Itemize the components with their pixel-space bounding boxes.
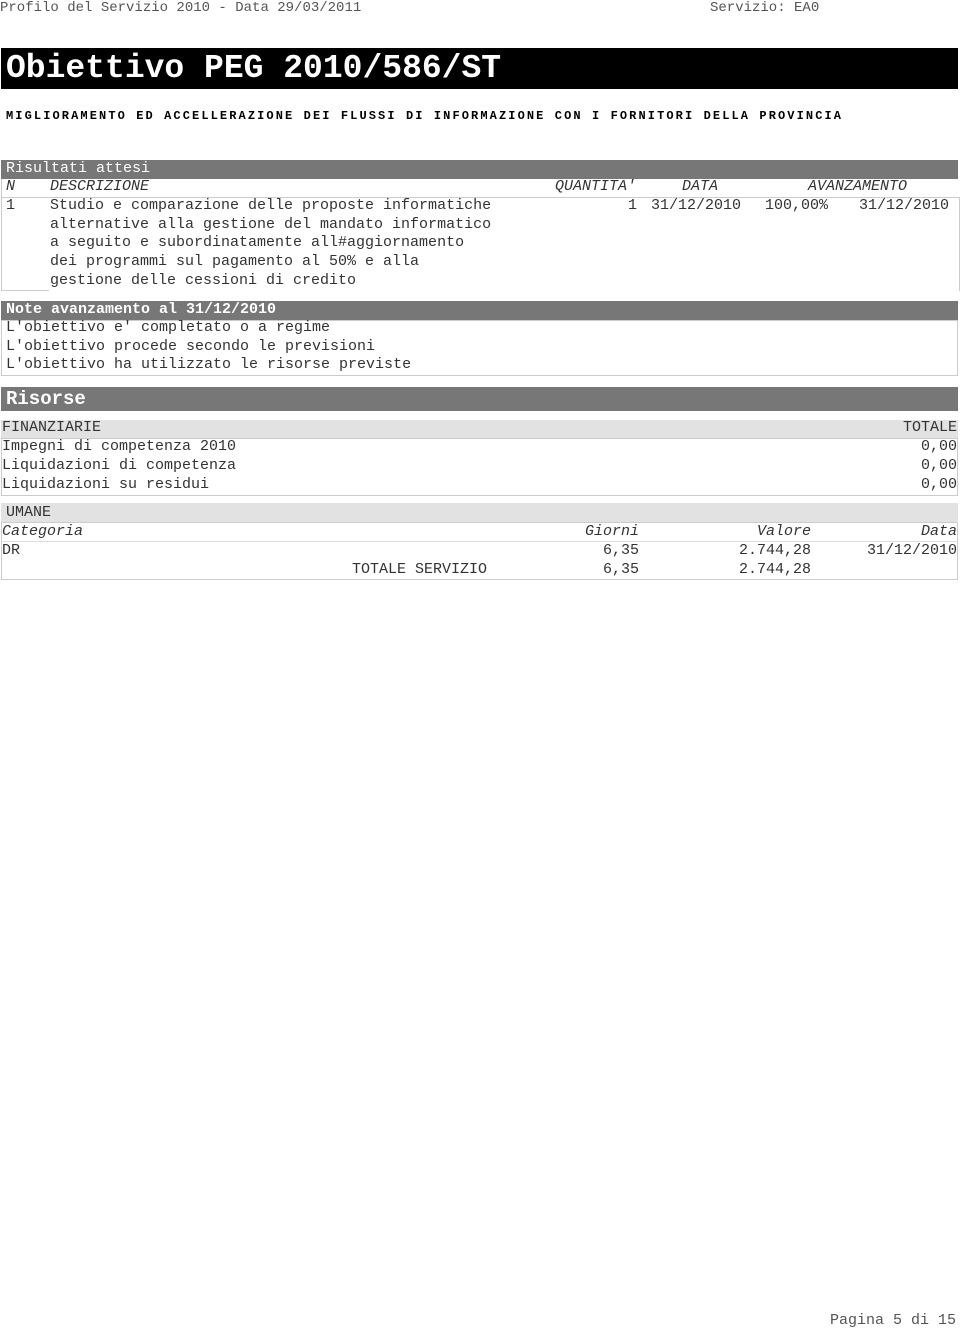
human-valore: 2.744,28 (738, 542, 811, 559)
financial-row-label: Impegni di competenza 2010 (2, 438, 237, 455)
row-data: 31/12/2010 (651, 197, 742, 214)
total-giorni: 6,35 (602, 561, 639, 578)
col-n: N (6, 178, 16, 195)
row-divider (1, 541, 958, 542)
row-desc-line: gestione delle cessioni di credito (50, 272, 357, 289)
col-avanzamento: AVANZAMENTO (808, 178, 908, 195)
page-number: Pagina 5 di 15 (829, 1312, 956, 1329)
row-desc-line: dei programmi sul pagamento al 50% e all… (50, 253, 420, 270)
human-categoria: DR (2, 542, 21, 559)
row-avanzamento: 100,00% (765, 197, 829, 214)
human-data: 31/12/2010 (866, 542, 957, 559)
note-line: L'obiettivo procede secondo le prevision… (6, 338, 376, 355)
page-title: Obiettivo PEG 2010/586/ST (1, 48, 958, 89)
notes-section-title: Note avanzamento al 31/12/2010 (1, 301, 958, 320)
col-quantita: QUANTITA' (555, 178, 637, 195)
col-descrizione: DESCRIZIONE (50, 178, 150, 195)
row-divider (1, 290, 49, 291)
financial-row-label: Liquidazioni di competenza (2, 457, 237, 474)
financial-row-value: 0,00 (920, 476, 957, 493)
financial-row-value: 0,00 (920, 457, 957, 474)
human-giorni: 6,35 (602, 542, 639, 559)
total-label: TOTALE SERVIZIO (352, 561, 488, 578)
note-line: L'obiettivo ha utilizzato le risorse pre… (6, 356, 412, 373)
results-section-title: Risultati attesi (1, 160, 958, 179)
col-valore: Valore (756, 523, 811, 540)
row-desc-line: alternative alla gestione del mandato in… (50, 216, 492, 233)
human-label: UMANE (6, 504, 52, 521)
row-n: 1 (6, 197, 16, 214)
header-service: Servizio: EA0 (710, 0, 820, 16)
row-quantita: 1 (628, 197, 638, 214)
financial-total-label: TOTALE (902, 419, 957, 436)
col-data: DATA (682, 178, 719, 195)
col-data: Data (920, 523, 957, 540)
financial-row-label: Liquidazioni su residui (2, 476, 210, 493)
col-giorni: Giorni (584, 523, 639, 540)
financial-header (1, 420, 958, 438)
row-desc-line: Studio e comparazione delle proposte inf… (50, 197, 492, 214)
row-data-avanzamento: 31/12/2010 (859, 197, 950, 214)
header-left: Profilo del Servizio 2010 - Data 29/03/2… (0, 0, 362, 16)
col-categoria: Categoria (2, 523, 84, 540)
total-valore: 2.744,28 (738, 561, 811, 578)
financial-label: FINANZIARIE (2, 419, 102, 436)
objective-subtitle: MIGLIORAMENTO ED ACCELLERAZIONE DEI FLUS… (6, 109, 844, 123)
financial-row-value: 0,00 (920, 438, 957, 455)
resources-section-title: Risorse (1, 387, 958, 411)
human-header (1, 503, 958, 522)
row-desc-line: a seguito e subordinatamente all#aggiorn… (50, 234, 465, 251)
note-line: L'obiettivo e' completato o a regime (6, 319, 331, 336)
